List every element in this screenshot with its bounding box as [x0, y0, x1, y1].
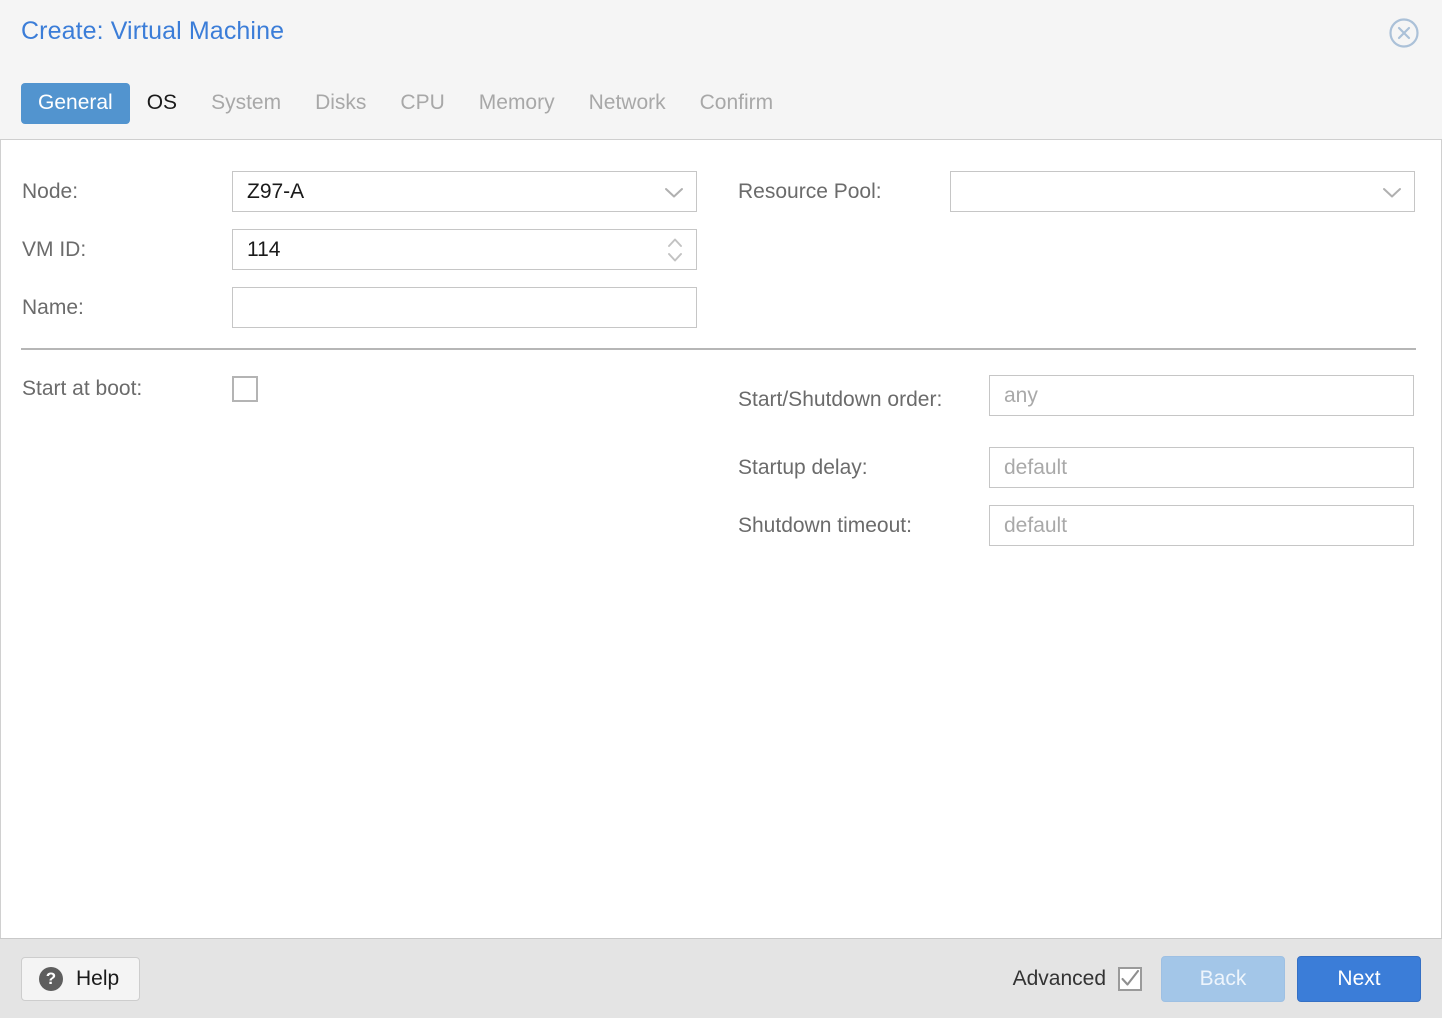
- right-column: Resource Pool: Start/Shutdown order: any…: [721, 140, 1441, 938]
- tab-cpu[interactable]: CPU: [383, 83, 461, 124]
- node-value: Z97-A: [247, 179, 305, 203]
- resource-pool-label: Resource Pool:: [738, 180, 882, 203]
- name-input[interactable]: [232, 287, 697, 328]
- startup-delay-placeholder: default: [1004, 455, 1068, 479]
- field-start-at-boot: Start at boot:: [22, 376, 702, 402]
- help-button[interactable]: ? Help: [21, 956, 141, 1001]
- tab-system-label: System: [211, 91, 282, 114]
- tab-disks[interactable]: Disks: [298, 83, 383, 124]
- chevron-down-icon: [1382, 186, 1402, 198]
- close-circle-icon: [1389, 18, 1419, 48]
- create-vm-dialog: Create: Virtual Machine General OS Syste…: [0, 0, 1442, 1018]
- tab-cpu-label: CPU: [400, 91, 445, 114]
- tab-confirm-label: Confirm: [699, 91, 774, 114]
- help-button-label: Help: [76, 966, 120, 990]
- chevron-down-icon: [664, 186, 684, 198]
- field-name: Name:: [22, 287, 702, 328]
- checkmark-icon: [1121, 969, 1140, 986]
- dialog-body: Node: Z97-A VM ID: 114 Name: Start at bo…: [0, 140, 1442, 938]
- startup-delay-input[interactable]: default: [989, 447, 1414, 488]
- tab-general[interactable]: General: [21, 83, 130, 124]
- tab-general-label: General: [38, 91, 113, 114]
- node-label: Node:: [22, 180, 79, 203]
- question-mark-icon: ?: [39, 966, 63, 991]
- start-at-boot-checkbox[interactable]: [232, 376, 258, 402]
- vmid-stepper[interactable]: 114: [232, 229, 697, 270]
- field-startup-delay: Startup delay: default: [738, 447, 1436, 488]
- start-shutdown-order-input[interactable]: any: [989, 375, 1414, 416]
- shutdown-timeout-placeholder: default: [1004, 513, 1068, 537]
- start-at-boot-label: Start at boot:: [22, 377, 143, 400]
- tab-network[interactable]: Network: [572, 83, 683, 124]
- spinner-updown-icon[interactable]: [666, 235, 684, 265]
- start-shutdown-order-label: Start/Shutdown order:: [738, 388, 943, 411]
- advanced-toggle[interactable]: Advanced: [1012, 966, 1142, 991]
- node-select[interactable]: Z97-A: [232, 171, 697, 212]
- shutdown-timeout-input[interactable]: default: [989, 505, 1414, 546]
- tab-memory[interactable]: Memory: [462, 83, 572, 124]
- shutdown-timeout-label: Shutdown timeout:: [738, 514, 912, 537]
- next-button[interactable]: Next: [1297, 955, 1421, 1002]
- vmid-label: VM ID:: [22, 238, 87, 261]
- tab-disks-label: Disks: [315, 91, 367, 114]
- field-shutdown-timeout: Shutdown timeout: default: [738, 505, 1436, 546]
- footer-actions: Advanced Back Next: [1012, 955, 1421, 1002]
- tab-confirm[interactable]: Confirm: [683, 83, 791, 124]
- tab-network-label: Network: [588, 91, 666, 114]
- vmid-value: 114: [247, 237, 281, 261]
- resource-pool-select[interactable]: [950, 171, 1415, 212]
- tab-memory-label: Memory: [478, 91, 555, 114]
- field-resource-pool: Resource Pool:: [738, 171, 1436, 212]
- field-start-shutdown-order: Start/Shutdown order: any: [738, 375, 1436, 416]
- dialog-footer: ? Help Advanced Back Next: [0, 938, 1442, 1018]
- left-column: Node: Z97-A VM ID: 114 Name: Start at bo…: [1, 140, 721, 938]
- advanced-checkbox[interactable]: [1118, 966, 1142, 991]
- tab-system[interactable]: System: [194, 83, 298, 124]
- field-vmid: VM ID: 114: [22, 229, 702, 270]
- close-icon[interactable]: [1388, 17, 1420, 49]
- next-button-label: Next: [1337, 966, 1381, 990]
- dialog-header: Create: Virtual Machine General OS Syste…: [0, 0, 1442, 140]
- startup-delay-label: Startup delay:: [738, 456, 868, 479]
- wizard-tabs: General OS System Disks CPU Memory Netwo…: [21, 83, 790, 124]
- back-button[interactable]: Back: [1161, 955, 1285, 1002]
- field-node: Node: Z97-A: [22, 171, 702, 212]
- tab-os-label: OS: [146, 91, 178, 114]
- back-button-label: Back: [1199, 966, 1247, 990]
- name-label: Name:: [22, 296, 84, 319]
- dialog-title: Create: Virtual Machine: [21, 17, 285, 45]
- tab-os[interactable]: OS: [130, 83, 194, 124]
- start-shutdown-order-placeholder: any: [1004, 383, 1038, 407]
- advanced-label: Advanced: [1012, 966, 1106, 990]
